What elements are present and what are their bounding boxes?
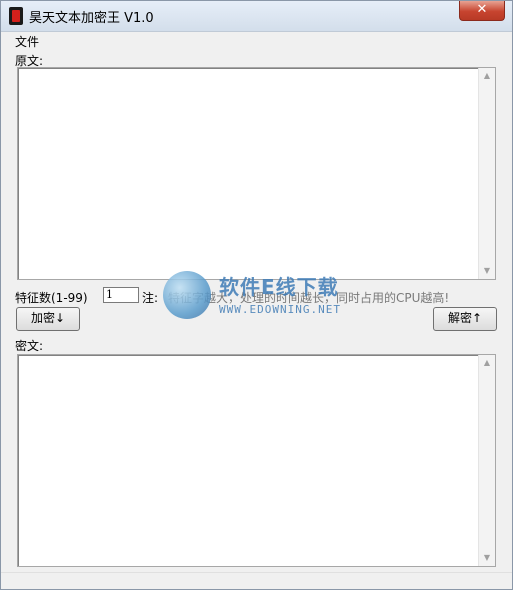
title-bar[interactable]: 昊天文本加密王 V1.0 ✕ xyxy=(1,1,512,32)
feature-count-label: 特征数(1-99) xyxy=(15,291,88,305)
menu-bar: 文件 xyxy=(1,32,512,49)
app-icon xyxy=(9,7,23,25)
scroll-up-icon[interactable]: ▲ xyxy=(479,355,495,371)
scroll-down-icon[interactable]: ▼ xyxy=(479,550,495,566)
close-button[interactable]: ✕ xyxy=(459,1,505,21)
decrypt-button[interactable]: 解密↑ xyxy=(433,307,497,331)
feature-count-input[interactable]: 1 xyxy=(103,287,139,303)
status-bar xyxy=(1,572,512,589)
watermark-brand-en: WWW.EDOWNING.NET xyxy=(219,303,341,316)
encrypt-button[interactable]: 加密↓ xyxy=(16,307,80,331)
cipher-scrollbar[interactable]: ▲ ▼ xyxy=(478,355,495,566)
watermark: 软件E线下载 WWW.EDOWNING.NET xyxy=(163,269,359,325)
note-prefix: 注: xyxy=(142,291,159,305)
globe-logo-icon xyxy=(163,271,211,319)
original-text-area[interactable]: ▲ ▼ xyxy=(17,67,496,280)
window-title: 昊天文本加密王 V1.0 xyxy=(29,11,154,26)
scroll-down-icon[interactable]: ▼ xyxy=(479,263,495,279)
app-window: 昊天文本加密王 V1.0 ✕ 文件 原文: ▲ ▼ 特征数(1-99) 1 注:… xyxy=(0,0,513,590)
original-scrollbar[interactable]: ▲ ▼ xyxy=(478,68,495,279)
cipher-label: 密文: xyxy=(15,339,44,353)
watermark-brand-cn: 软件E线下载 xyxy=(219,275,339,299)
cipher-text-area[interactable]: ▲ ▼ xyxy=(17,354,496,567)
menu-file[interactable]: 文件 xyxy=(15,33,39,50)
scroll-up-icon[interactable]: ▲ xyxy=(479,68,495,84)
